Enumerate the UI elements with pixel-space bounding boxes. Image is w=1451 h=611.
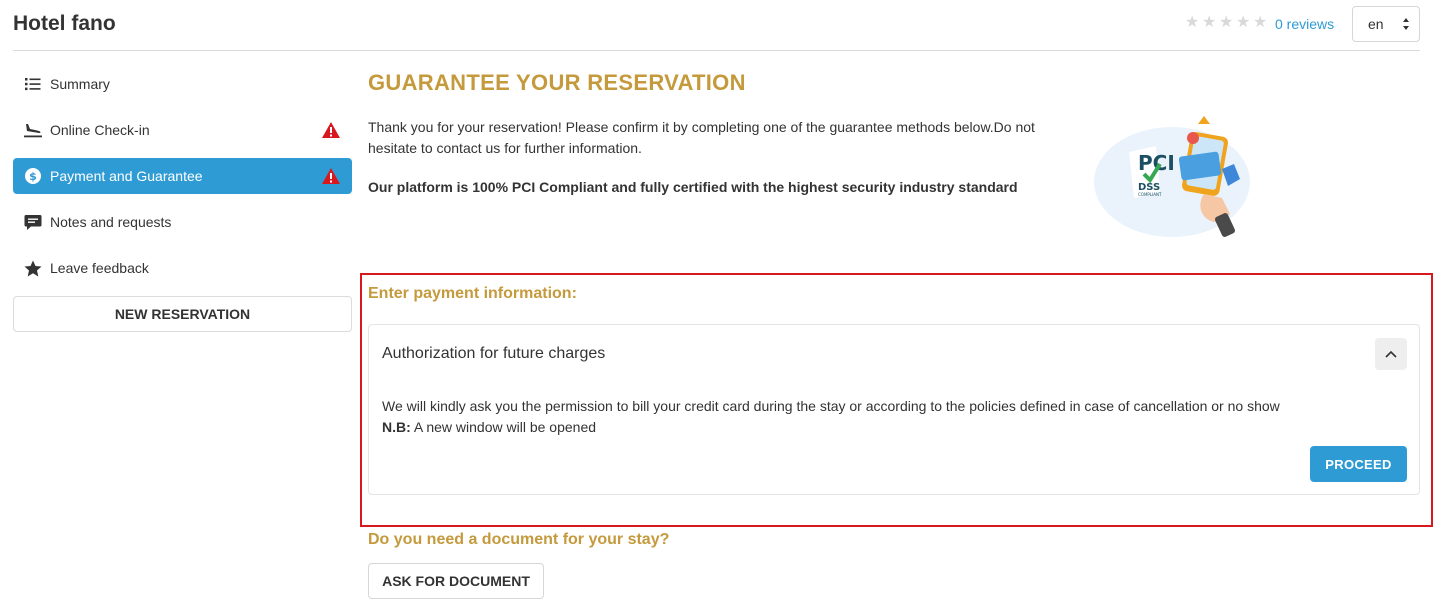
star-empty-icon: ★ (1219, 12, 1234, 31)
rating-stars: ★ ★ ★ ★ ★ (1185, 12, 1268, 31)
authorization-title: Authorization for future charges (382, 345, 606, 362)
header-bar: Hotel fano ★ ★ ★ ★ ★ 0 reviews en (13, 0, 1420, 51)
sidebar-item-label: Online Check-in (50, 122, 150, 138)
list-icon (24, 75, 42, 93)
authorization-text: We will kindly ask you the permission to… (382, 398, 1280, 414)
sidebar-item-online-checkin[interactable]: Online Check-in (13, 112, 352, 148)
payment-section-title: Enter payment information: (368, 285, 577, 302)
page-title: GUARANTEE YOUR RESERVATION (368, 70, 746, 95)
sidebar-item-leave-feedback[interactable]: Leave feedback (13, 250, 352, 286)
language-value: en (1368, 16, 1384, 32)
star-empty-icon: ★ (1185, 12, 1200, 31)
sidebar-item-label: Summary (50, 76, 110, 92)
dollar-circle-icon: $ (24, 167, 42, 185)
comment-icon (24, 213, 42, 231)
language-select[interactable]: en (1352, 6, 1420, 42)
proceed-button[interactable]: PROCEED (1310, 446, 1407, 482)
hotel-name: Hotel fano (13, 12, 116, 35)
sidebar-nav: Summary Online Check-in $ Payment and Gu… (13, 66, 352, 332)
svg-text:$: $ (29, 170, 37, 183)
reviews-link[interactable]: 0 reviews (1275, 16, 1334, 32)
authorization-card: Authorization for future charges We will… (368, 324, 1420, 495)
new-reservation-button[interactable]: NEW RESERVATION (13, 296, 352, 332)
sidebar-item-notes-requests[interactable]: Notes and requests (13, 204, 352, 240)
star-empty-icon: ★ (1202, 12, 1217, 31)
sidebar-item-label: Payment and Guarantee (50, 168, 203, 184)
sidebar-item-payment-guarantee[interactable]: $ Payment and Guarantee (13, 158, 352, 194)
select-arrows-icon (1403, 18, 1409, 30)
sidebar-item-label: Leave feedback (50, 260, 149, 276)
star-empty-icon: ★ (1253, 12, 1268, 31)
star-empty-icon: ★ (1236, 12, 1251, 31)
warning-icon (322, 122, 340, 138)
ask-for-document-button[interactable]: ASK FOR DOCUMENT (368, 563, 544, 599)
star-icon (24, 259, 42, 277)
pci-statement: Our platform is 100% PCI Compliant and f… (368, 179, 1018, 195)
sidebar-item-summary[interactable]: Summary (13, 66, 352, 102)
pci-compliance-illustration: PCI DSS COMPLIANT (1094, 116, 1250, 237)
nb-text: A new window will be opened (410, 419, 597, 435)
warning-icon (322, 168, 340, 184)
pci-logo-caption: COMPLIANT (1138, 192, 1162, 197)
chevron-up-icon (1385, 350, 1397, 358)
intro-text: Thank you for your reservation! Please c… (368, 119, 1035, 156)
collapse-button[interactable] (1375, 338, 1407, 370)
authorization-description: We will kindly ask you the permission to… (382, 396, 1280, 438)
nb-note: N.B: A new window will be opened (382, 417, 1280, 438)
sidebar-item-label: Notes and requests (50, 214, 172, 230)
nb-label: N.B: (382, 419, 411, 435)
plane-landing-icon (24, 121, 42, 139)
document-section-title: Do you need a document for your stay? (368, 531, 670, 548)
